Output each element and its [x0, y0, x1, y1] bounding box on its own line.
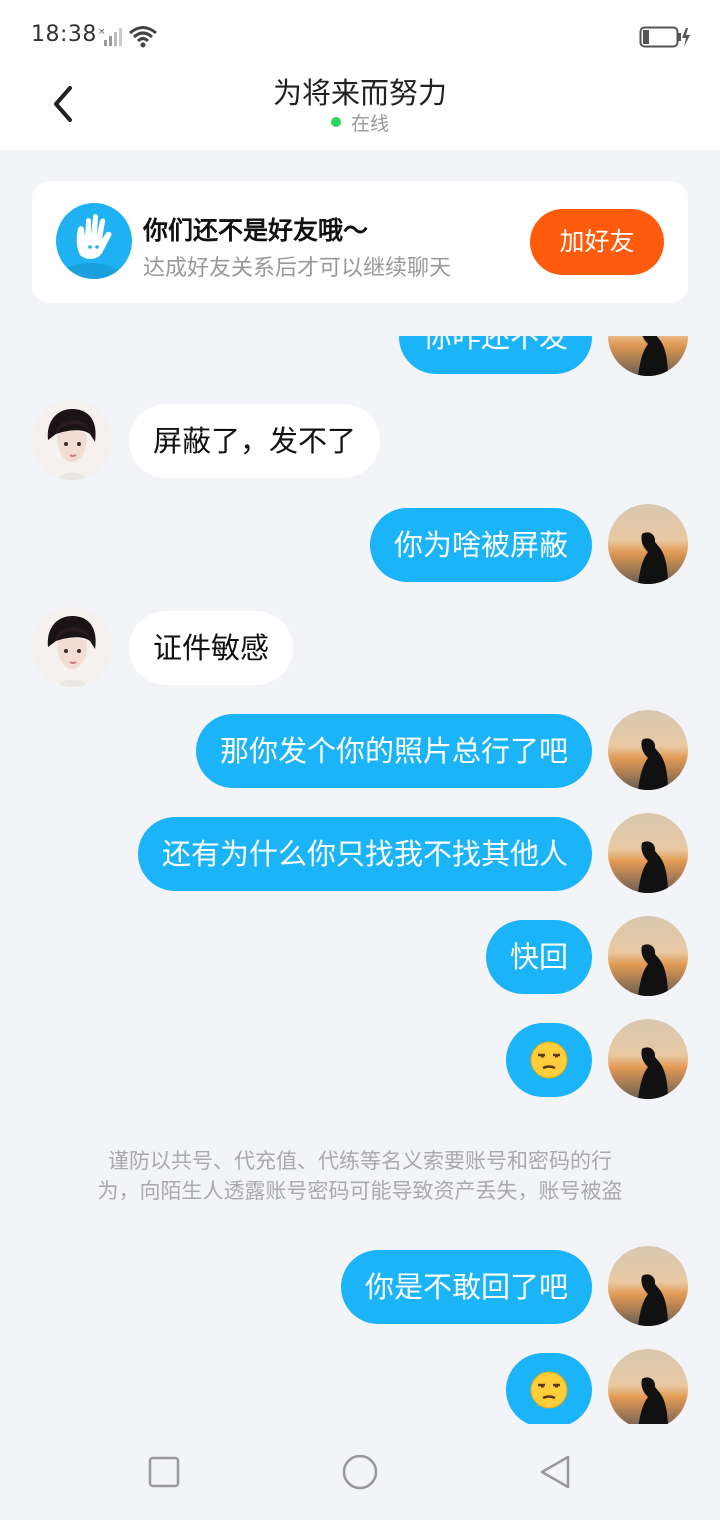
svg-text:×: ×	[98, 27, 106, 37]
message-row	[0, 1349, 720, 1424]
online-status: 在线	[0, 109, 720, 136]
message-row	[0, 1019, 720, 1099]
message-row: 你是不敢回了吧	[0, 1246, 720, 1326]
status-bar: 18:38 ×	[0, 0, 720, 62]
message-bubble-mine[interactable]: 那你发个你的照片总行了吧	[195, 714, 592, 788]
notice-subtitle: 达成好友关系后才可以继续聊天	[143, 256, 452, 281]
message-bubble-mine[interactable]: 快回	[485, 920, 592, 994]
battery-charging-icon	[639, 26, 690, 48]
chat-messages[interactable]: 你咋还不发 屏蔽了，发不了 你为啥被屏蔽 证件敏感 那你发个你的照片总行了吧 还…	[0, 336, 720, 1424]
warning-line: 谨防以共号、代充值、代练等名义索要账号和密码的行	[108, 1149, 612, 1173]
message-row: 证件敏感	[0, 607, 720, 687]
online-dot-icon	[330, 117, 341, 127]
message-bubble-mine[interactable]: 你为啥被屏蔽	[369, 508, 592, 582]
message-bubble-other[interactable]: 屏蔽了，发不了	[129, 404, 381, 478]
my-avatar[interactable]	[608, 710, 688, 790]
message-bubble-mine[interactable]: 你咋还不发	[398, 336, 592, 374]
unamused-face-icon	[530, 1041, 568, 1079]
online-status-label: 在线	[350, 113, 389, 135]
unamused-face-icon	[530, 1371, 568, 1409]
warning-line: 为，向陌生人透露账号密码可能导致资产丢失，账号被盗	[97, 1179, 623, 1203]
home-button[interactable]	[340, 1452, 380, 1492]
message-bubble-mine[interactable]: 你是不敢回了吧	[340, 1250, 592, 1324]
my-avatar[interactable]	[608, 813, 688, 893]
wifi-icon	[129, 26, 157, 48]
message-row: 你咋还不发	[0, 336, 720, 376]
contact-avatar[interactable]	[32, 607, 112, 687]
my-avatar[interactable]	[608, 1349, 688, 1424]
message-row: 还有为什么你只找我不找其他人	[0, 813, 720, 893]
chat-header: 为将来而努力 在线	[0, 62, 720, 150]
my-avatar[interactable]	[608, 1019, 688, 1099]
message-bubble-other[interactable]: 证件敏感	[129, 611, 294, 685]
notice-title: 你们还不是好友哦～	[143, 216, 369, 245]
status-time: 18:38	[31, 22, 97, 47]
my-avatar[interactable]	[608, 336, 688, 376]
message-row: 那你发个你的照片总行了吧	[0, 710, 720, 790]
message-bubble-mine[interactable]	[506, 1353, 592, 1424]
message-row: 你为啥被屏蔽	[0, 504, 720, 584]
add-friend-button[interactable]: 加好友	[530, 209, 664, 275]
friend-notice-card: 你们还不是好友哦～ 达成好友关系后才可以继续聊天 加好友	[32, 181, 688, 303]
message-bubble-mine[interactable]	[506, 1023, 592, 1097]
message-row: 屏蔽了，发不了	[0, 400, 720, 480]
signal-icon: ×	[98, 27, 122, 46]
message-row: 快回	[0, 916, 720, 996]
my-avatar[interactable]	[608, 1246, 688, 1326]
contact-avatar[interactable]	[32, 400, 112, 480]
recent-apps-button[interactable]	[144, 1452, 184, 1492]
system-back-button[interactable]	[536, 1452, 576, 1492]
my-avatar[interactable]	[608, 916, 688, 996]
security-warning: 谨防以共号、代充值、代练等名义索要账号和密码的行 为，向陌生人透露账号密码可能导…	[0, 1146, 720, 1206]
system-nav-bar	[0, 1424, 720, 1520]
waving-hand-icon	[56, 203, 132, 279]
message-bubble-mine[interactable]: 还有为什么你只找我不找其他人	[137, 817, 592, 891]
my-avatar[interactable]	[608, 504, 688, 584]
chat-title: 为将来而努力	[272, 76, 447, 110]
